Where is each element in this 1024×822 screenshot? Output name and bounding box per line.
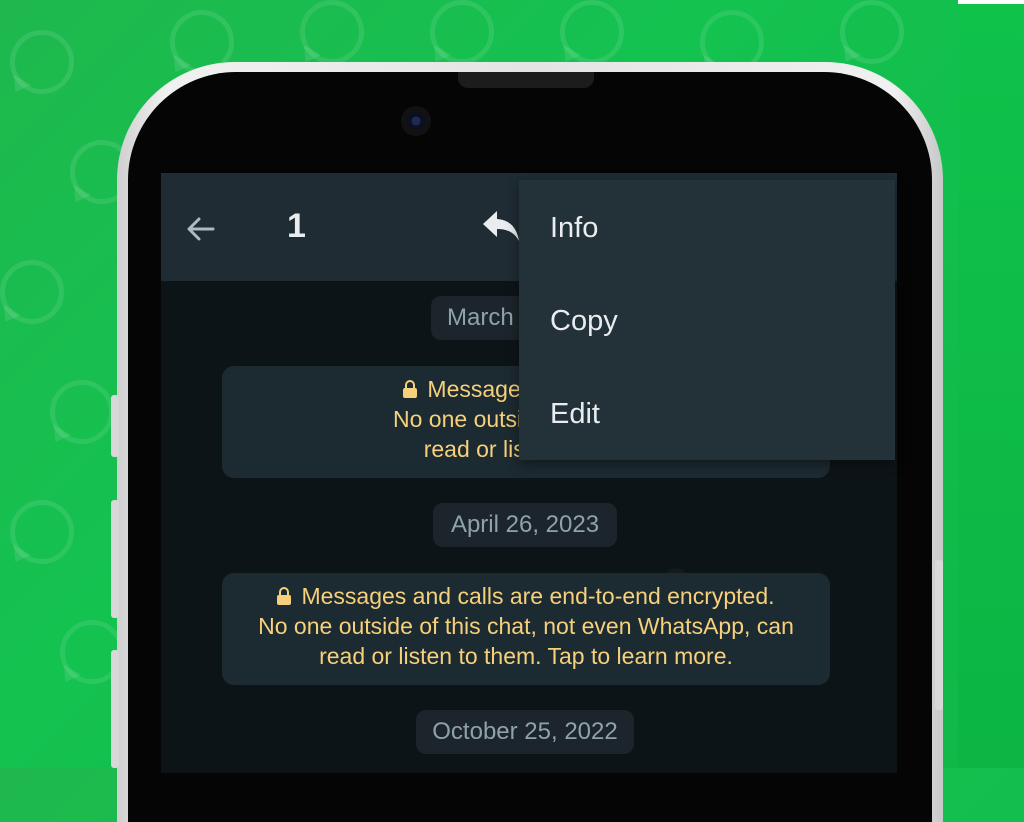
front-camera-icon (401, 106, 431, 136)
whatsapp-logo-icon (10, 30, 74, 94)
whatsapp-logo-icon (840, 0, 904, 64)
phone-volume-button (111, 500, 119, 618)
whatsapp-logo-icon (10, 500, 74, 564)
back-arrow-icon[interactable] (183, 211, 219, 247)
lock-icon (403, 380, 418, 398)
encryption-notice[interactable]: Messages and calls are end-to-end encryp… (222, 573, 830, 685)
phone-side-button (111, 395, 119, 457)
whatsapp-logo-icon (430, 0, 494, 64)
background-edge (958, 0, 1024, 4)
encryption-text-line: No one outside of this chat, not even Wh… (258, 613, 794, 639)
date-divider: April 26, 2023 (433, 503, 617, 547)
background-strip (958, 0, 1024, 768)
encryption-text-line: read or listen to them. Tap to learn mor… (319, 643, 733, 669)
context-menu: Info Copy Edit (519, 180, 895, 460)
whatsapp-logo-icon (560, 0, 624, 64)
lock-icon (277, 587, 292, 605)
selected-count: 1 (287, 207, 306, 245)
phone-volume-button (111, 650, 119, 768)
date-divider: October 25, 2022 (416, 710, 634, 754)
menu-item-edit[interactable]: Edit (550, 398, 600, 431)
whatsapp-logo-icon (300, 0, 364, 64)
reply-icon[interactable] (481, 209, 521, 243)
encryption-text-line: Messages and calls are end-to-end encryp… (301, 583, 775, 609)
whatsapp-logo-icon (50, 380, 114, 444)
whatsapp-logo-icon (0, 260, 64, 324)
menu-item-info[interactable]: Info (550, 212, 598, 245)
phone-power-button (935, 560, 943, 710)
phone-speaker (458, 72, 594, 88)
menu-item-copy[interactable]: Copy (550, 305, 618, 338)
